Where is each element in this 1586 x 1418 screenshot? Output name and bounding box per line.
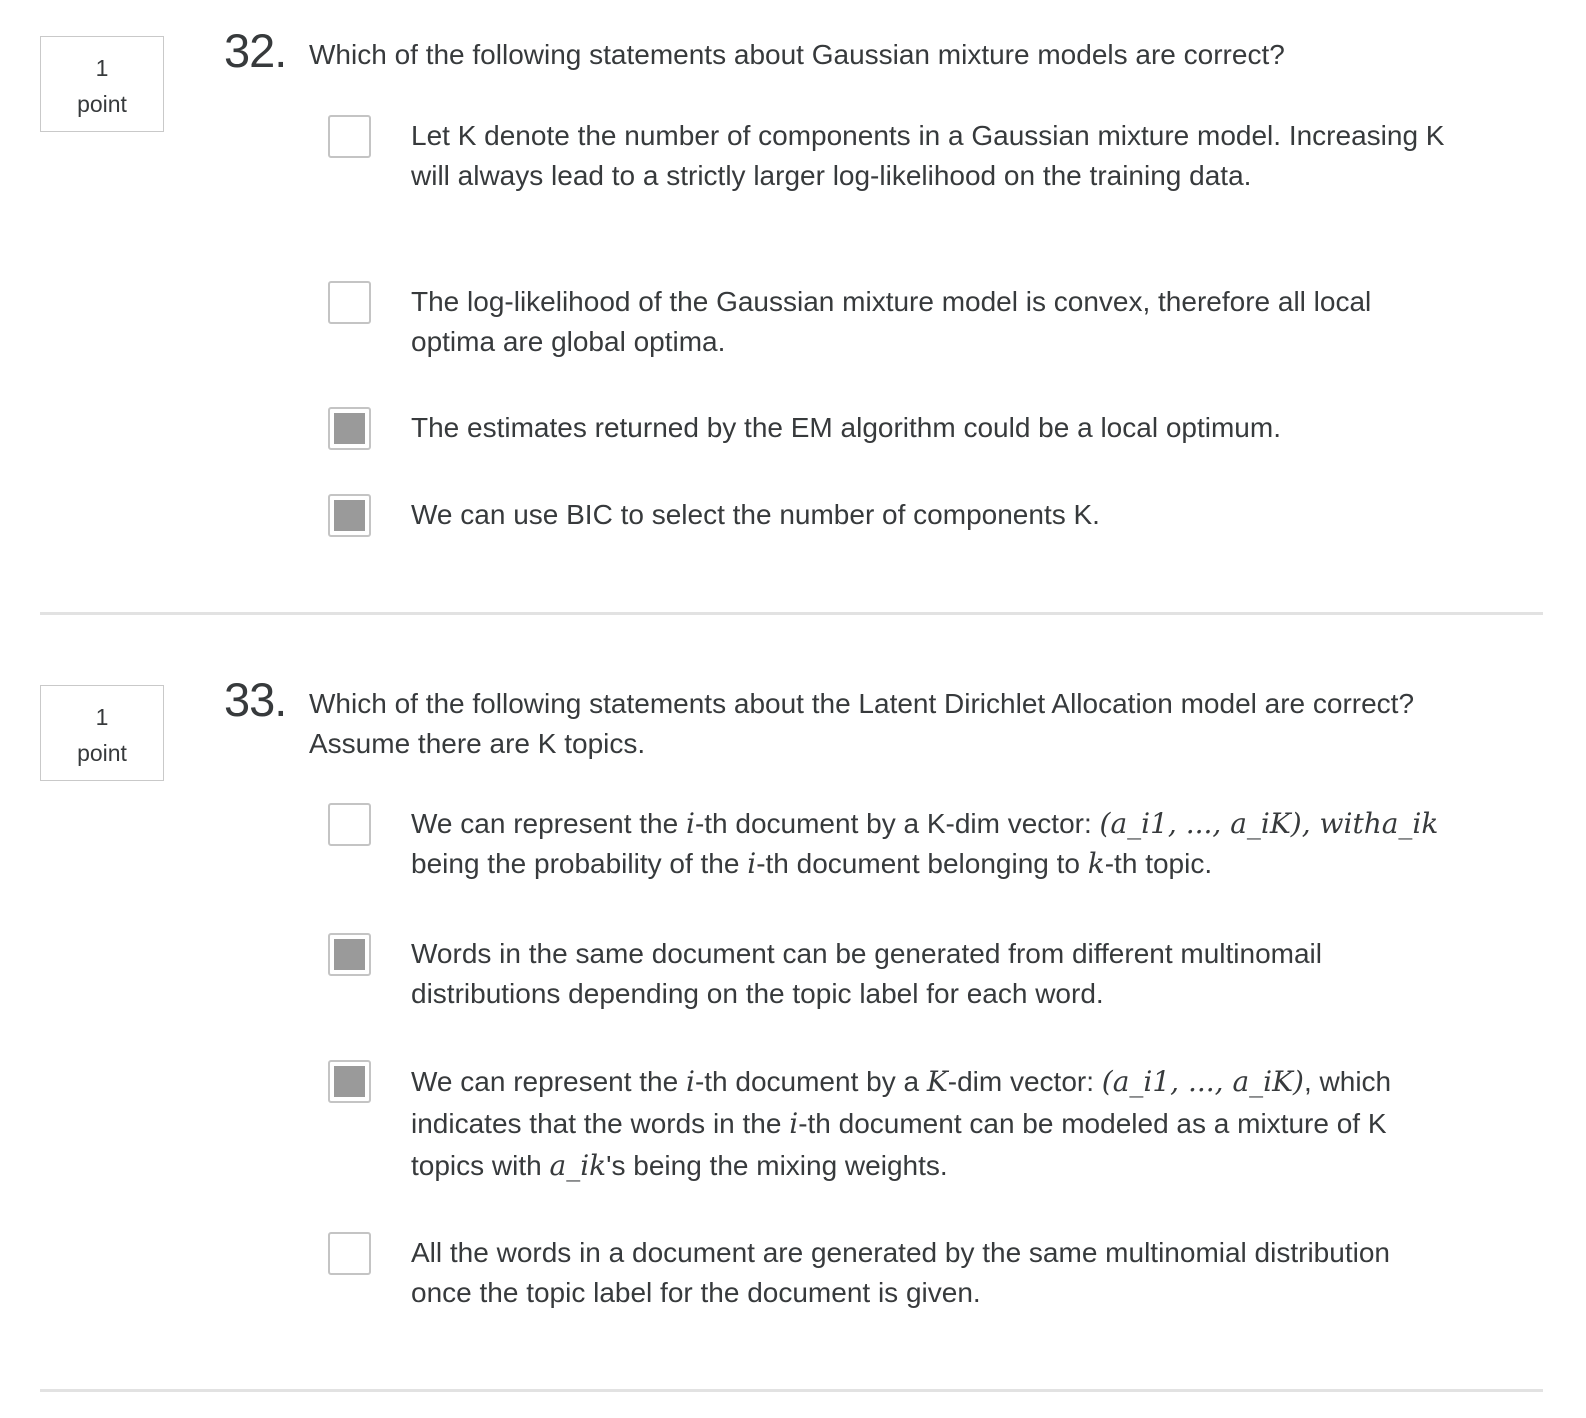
option-text: We can use BIC to select the number of c…	[411, 499, 1100, 530]
points-box: 1 point	[40, 685, 164, 781]
math-variable: k	[1087, 847, 1105, 880]
math-variable: i	[789, 1107, 799, 1140]
math-variable: K	[926, 1065, 948, 1098]
option-text: The estimates returned by the EM algorit…	[411, 412, 1281, 443]
points-unit: point	[77, 91, 127, 117]
option-checkbox[interactable]	[328, 1060, 371, 1103]
question-text: Which of the following statements about …	[309, 688, 1415, 759]
text-segment: -th document by a K-dim vector:	[694, 808, 1100, 839]
points-value: 1	[95, 55, 109, 81]
divider	[40, 612, 1543, 615]
option-text: We can represent the i-th document by a …	[411, 1061, 1451, 1187]
question-text: Which of the following statements about …	[309, 39, 1285, 70]
option-checkbox[interactable]	[328, 281, 371, 324]
points-value: 1	[95, 704, 109, 730]
text-segment: We can represent the	[411, 1066, 686, 1097]
text-segment: -th document belonging to	[756, 848, 1088, 879]
text-segment: -dim vector:	[947, 1066, 1102, 1097]
option-checkbox[interactable]	[328, 1232, 371, 1275]
points-unit: point	[77, 740, 127, 766]
option-text: Words in the same document can be genera…	[411, 938, 1322, 1009]
text-segment: We can represent the	[411, 808, 686, 839]
points-box: 1 point	[40, 36, 164, 132]
option-checkbox[interactable]	[328, 933, 371, 976]
math-variable: i	[685, 807, 695, 840]
option-text: The log-likelihood of the Gaussian mixtu…	[411, 286, 1372, 357]
text-segment: -th document by a	[694, 1066, 927, 1097]
option-checkbox[interactable]	[328, 115, 371, 158]
option-checkbox[interactable]	[328, 494, 371, 537]
question-number: 33.	[224, 673, 287, 726]
option-checkbox[interactable]	[328, 803, 371, 846]
option-text: We can represent the i-th document by a …	[411, 804, 1451, 884]
option-text: Let K denote the number of components in…	[411, 120, 1445, 191]
math-expression: (a_i1, ..., a_iK)	[1101, 1065, 1304, 1098]
math-variable: i	[747, 847, 757, 880]
option-text: All the words in a document are generate…	[411, 1237, 1390, 1308]
text-segment: being the probability of the	[411, 848, 748, 879]
divider	[40, 1389, 1543, 1392]
math-variable: i	[685, 1065, 695, 1098]
question-number: 32.	[224, 24, 287, 77]
text-segment: -th topic.	[1104, 848, 1213, 879]
math-expression: (a_i1, ..., a_iK), witha_ik	[1099, 807, 1439, 840]
math-expression: a_ik	[549, 1149, 607, 1182]
text-segment: 's being the mixing weights.	[606, 1150, 948, 1181]
option-checkbox[interactable]	[328, 407, 371, 450]
